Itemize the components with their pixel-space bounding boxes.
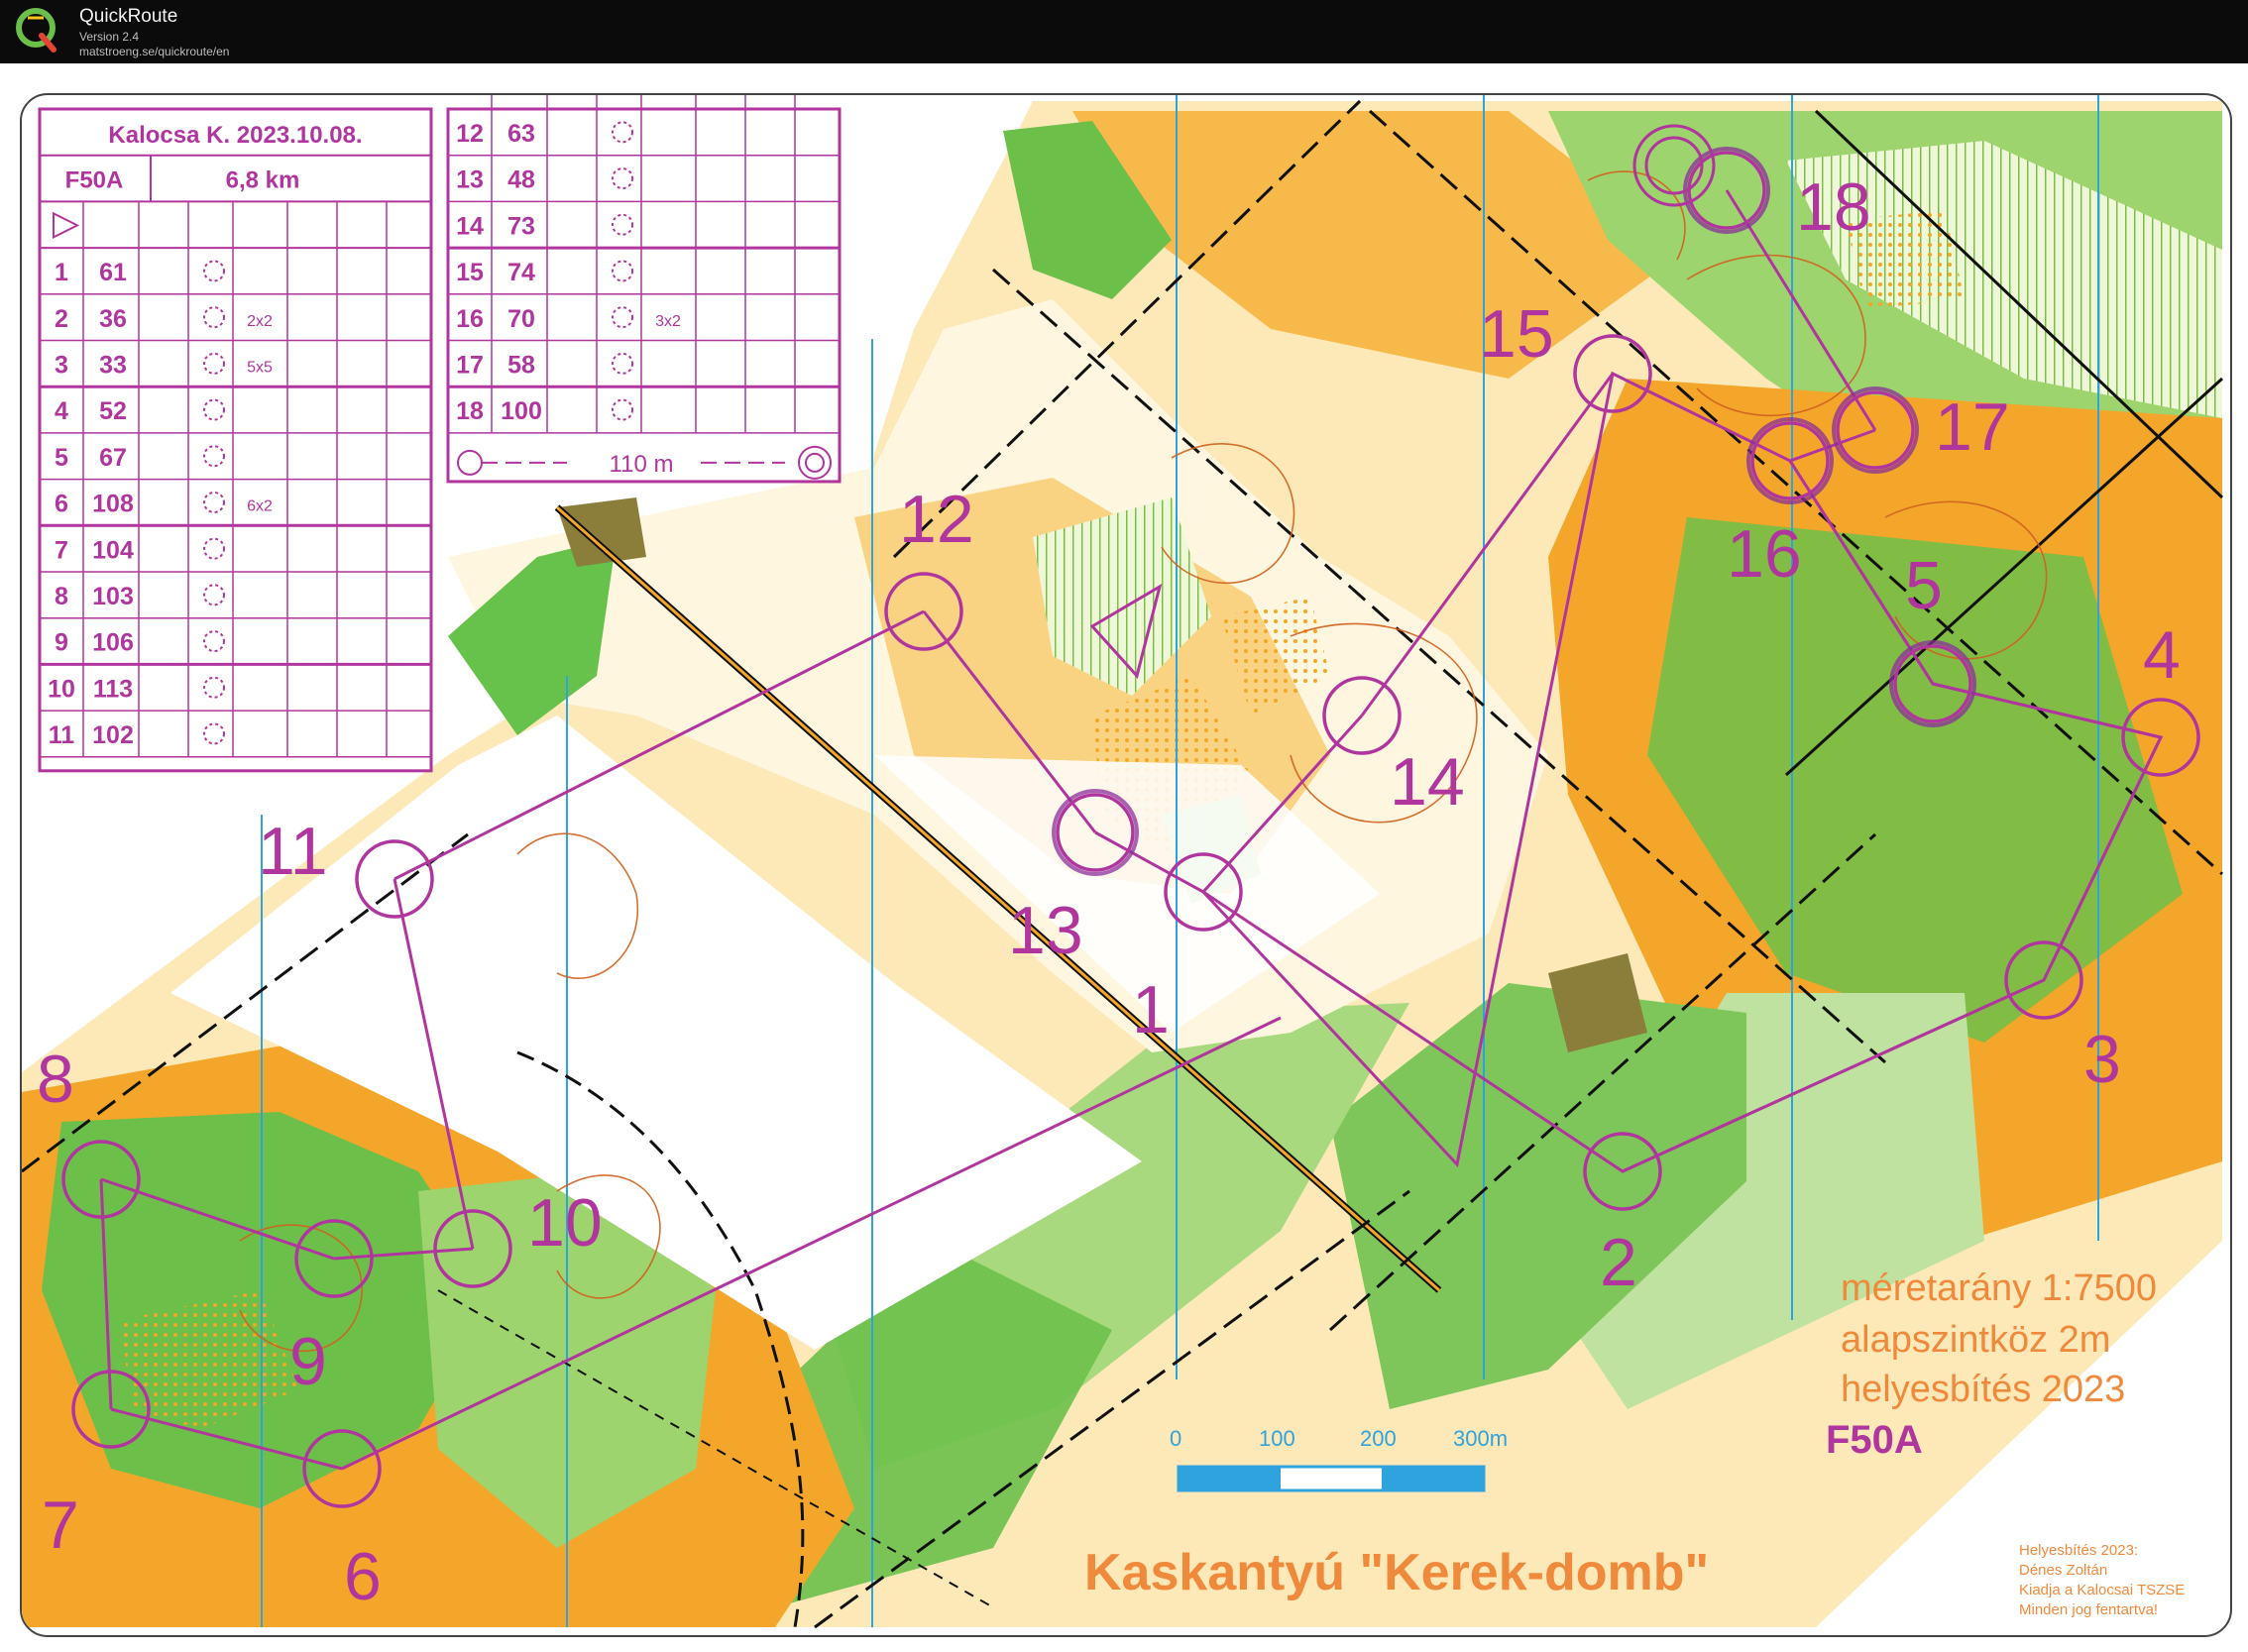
- sheet-course: F50A: [65, 167, 124, 194]
- sheet-left-row-code: 67: [99, 444, 127, 472]
- scale-ratio: méretarány 1:7500: [1841, 1267, 2157, 1309]
- control-label-1: 1: [1132, 972, 1170, 1047]
- sheet-left-row-code: 108: [92, 491, 134, 518]
- sheet-right-row-number: 12: [456, 120, 484, 148]
- sheet-left-row-code: 104: [92, 536, 134, 564]
- sheet-left-row-code: 103: [92, 583, 134, 610]
- credits-line-4: Minden jog fentartva!: [2019, 1601, 2158, 1618]
- control-label-10: 10: [527, 1185, 603, 1261]
- control-label-16: 16: [1727, 516, 1802, 592]
- sheet-event-title: Kalocsa K. 2023.10.08.: [108, 122, 362, 149]
- control-label-14: 14: [1390, 744, 1465, 820]
- map-title: Kaskantyú "Kerek-domb": [1084, 1544, 1709, 1601]
- credits-line-2: Dénes Zoltán: [2019, 1562, 2107, 1579]
- map-viewport[interactable]: 1 2 3 4 5 6 7 8 9 10 11 12 13 14 15 16 17 18 Kalocsa K. 2…: [20, 93, 2232, 1637]
- sheet-left-row-code: 106: [92, 629, 134, 657]
- sheet-left-row-code: 36: [99, 305, 127, 333]
- sheet-left-row-number: 2: [55, 305, 68, 333]
- sheet-left-row-dimension: 2x2: [247, 313, 273, 330]
- control-label-13: 13: [1008, 893, 1083, 968]
- control-label-6: 6: [344, 1539, 382, 1614]
- contour-interval: alapszintköz 2m: [1841, 1319, 2110, 1361]
- sheet-right-row-code: 58: [507, 352, 535, 380]
- sheet-left-row-number: 11: [49, 721, 75, 749]
- control-label-11: 11: [258, 814, 328, 889]
- sheet-left-row-number: 8: [55, 583, 68, 610]
- sheet-left-row-number: 4: [55, 397, 68, 425]
- sheet-left-row-number: 5: [55, 444, 68, 472]
- sheet-left-row-number: 7: [55, 536, 68, 564]
- sheet-left-row-number: 9: [55, 629, 68, 657]
- credits-line-3: Kiadja a Kalocsai TSZSE: [2019, 1582, 2185, 1598]
- sheet-left-row-dimension: 5x5: [247, 360, 273, 377]
- control-label-3: 3: [2083, 1022, 2121, 1097]
- control-label-2: 2: [1600, 1225, 1637, 1300]
- sheet-left-row-code: 61: [99, 259, 127, 286]
- control-label-7: 7: [42, 1487, 79, 1563]
- app-name: QuickRoute: [79, 6, 178, 27]
- scalebar-label-100: 100: [1259, 1426, 1295, 1451]
- sheet-right-row-code: 48: [507, 166, 535, 194]
- sheet-right-panel: [446, 107, 842, 484]
- sheet-left-row-code: 52: [99, 397, 127, 425]
- sheet-right-row-number: 18: [456, 397, 484, 425]
- sheet-right-row-code: 73: [507, 212, 535, 240]
- control-label-12: 12: [899, 482, 974, 557]
- scalebar-label-0: 0: [1170, 1426, 1181, 1451]
- sheet-right-row-number: 16: [456, 305, 484, 333]
- sheet-right-row-number: 15: [456, 259, 484, 286]
- control-label-18: 18: [1796, 169, 1871, 245]
- sheet-left-row-number: 10: [48, 675, 75, 703]
- sheet-left-row-code: 33: [99, 352, 127, 380]
- control-label-4: 4: [2143, 617, 2181, 693]
- credits-line-1: Helyesbítés 2023:: [2019, 1542, 2138, 1559]
- control-label-15: 15: [1479, 296, 1554, 372]
- course-code-label: F50A: [1826, 1418, 1923, 1462]
- scalebar-label-300: 300m: [1453, 1426, 1508, 1451]
- sheet-left-row-number: 3: [55, 352, 68, 380]
- sheet-right-row-code: 74: [507, 259, 535, 286]
- control-label-5: 5: [1905, 548, 1943, 623]
- control-label-8: 8: [37, 1042, 74, 1117]
- sheet-length: 6,8 km: [226, 167, 300, 194]
- control-label-9: 9: [289, 1324, 327, 1399]
- app-url: matstroeng.se/quickroute/en: [79, 45, 230, 58]
- orienteering-map[interactable]: 123456789101112131415161718 Kalocsa K. 2…: [22, 95, 2230, 1635]
- sheet-right-row-number: 13: [456, 166, 484, 194]
- sheet-left-panel: [38, 107, 433, 773]
- sheet-right-row-code: 100: [501, 397, 542, 425]
- app-titlebar: QuickRoute Version 2.4 matstroeng.se/qui…: [0, 0, 2248, 63]
- sheet-right-row-code: 63: [507, 120, 535, 148]
- sheet-left-row-code: 102: [92, 721, 134, 749]
- app-version: Version 2.4: [79, 30, 140, 44]
- sheet-left-row-number: 1: [55, 259, 68, 286]
- sheet-right-row-number: 17: [456, 352, 484, 380]
- sheet-finish-distance: 110 m: [610, 451, 674, 478]
- sheet-left-row-number: 6: [55, 491, 68, 518]
- sheet-left-row-code: 113: [93, 675, 133, 703]
- sheet-right-row-dimension: 3x2: [655, 313, 681, 330]
- revision-year: helyesbítés 2023: [1841, 1369, 2125, 1410]
- quickroute-q-logo-icon: [16, 8, 56, 53]
- control-label-17: 17: [1935, 389, 2010, 465]
- sheet-right-row-number: 14: [456, 212, 484, 240]
- scalebar-label-200: 200: [1360, 1426, 1397, 1451]
- sheet-right-row-code: 70: [507, 305, 535, 333]
- sheet-left-row-dimension: 6x2: [247, 498, 273, 515]
